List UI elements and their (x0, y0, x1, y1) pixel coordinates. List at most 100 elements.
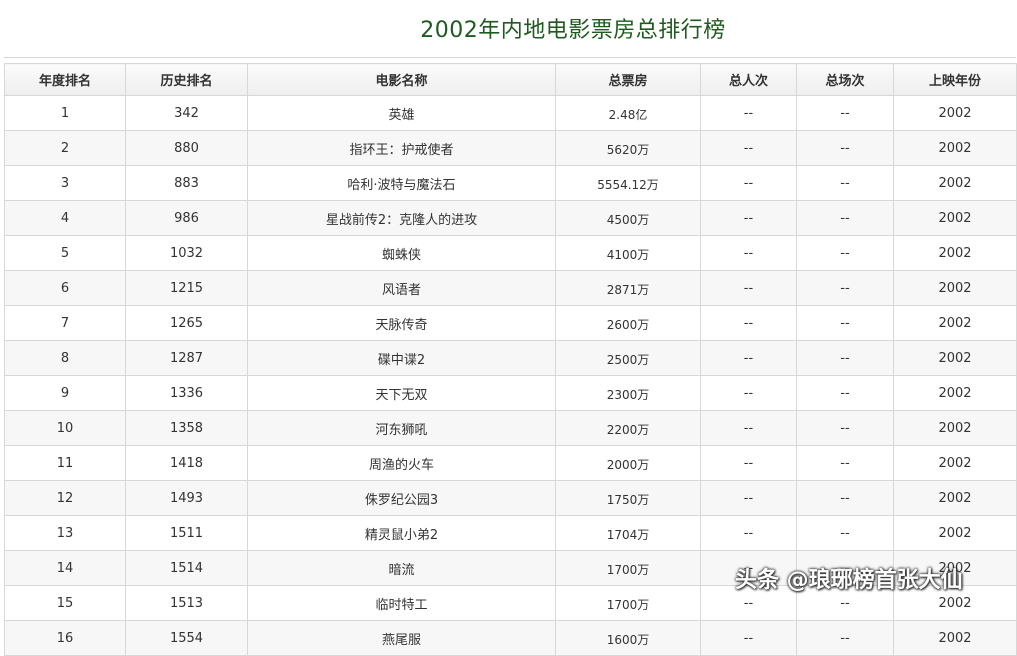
table-row: 13 1511 精灵鼠小弟2 1704万 -- -- 2002 (4, 515, 1017, 551)
film-link[interactable]: 周渔的火车 (247, 445, 556, 481)
cell-total-box: 2000万 (555, 445, 701, 481)
cell-total-shows: -- (796, 620, 894, 656)
cell-total-shows: -- (796, 375, 894, 411)
cell-total-box: 2300万 (555, 375, 701, 411)
cell-total-box: 1700万 (555, 550, 701, 586)
cell-total-shows: -- (796, 305, 894, 341)
cell-year-rank: 15 (4, 585, 126, 621)
col-header-total-shows: 总场次 (796, 63, 894, 96)
film-link[interactable]: 燕尾服 (247, 620, 556, 656)
cell-year-rank: 5 (4, 235, 126, 271)
cell-total-shows: -- (796, 445, 894, 481)
cell-hist-rank: 883 (125, 165, 248, 201)
cell-total-box: 2.48亿 (555, 95, 701, 131)
cell-hist-rank: 1032 (125, 235, 248, 271)
cell-hist-rank: 1265 (125, 305, 248, 341)
film-link[interactable]: 指环王：护戒使者 (247, 130, 556, 166)
film-link[interactable]: 侏罗纪公园3 (247, 480, 556, 516)
cell-release-year: 2002 (893, 620, 1017, 656)
film-link[interactable]: 蜘蛛侠 (247, 235, 556, 271)
cell-hist-rank: 1336 (125, 375, 248, 411)
film-link[interactable]: 河东狮吼 (247, 410, 556, 446)
cell-year-rank: 3 (4, 165, 126, 201)
table-row: 10 1358 河东狮吼 2200万 -- -- 2002 (4, 410, 1017, 446)
table-row: 3 883 哈利·波特与魔法石 5554.12万 -- -- 2002 (4, 165, 1017, 201)
cell-total-viewers: -- (700, 445, 797, 481)
cell-total-viewers: -- (700, 480, 797, 516)
cell-total-viewers: -- (700, 305, 797, 341)
cell-total-shows: -- (796, 130, 894, 166)
cell-hist-rank: 342 (125, 95, 248, 131)
cell-hist-rank: 1358 (125, 410, 248, 446)
table-row: 16 1554 燕尾服 1600万 -- -- 2002 (4, 620, 1017, 656)
cell-hist-rank: 1554 (125, 620, 248, 656)
table-row: 1 342 英雄 2.48亿 -- -- 2002 (4, 95, 1017, 131)
cell-total-viewers: -- (700, 130, 797, 166)
film-link[interactable]: 星战前传2：克隆人的进攻 (247, 200, 556, 236)
film-link[interactable]: 天下无双 (247, 375, 556, 411)
cell-total-shows: -- (796, 515, 894, 551)
cell-total-box: 4100万 (555, 235, 701, 271)
film-link[interactable]: 暗流 (247, 550, 556, 586)
cell-total-box: 1600万 (555, 620, 701, 656)
film-link[interactable]: 临时特工 (247, 585, 556, 621)
cell-release-year: 2002 (893, 130, 1017, 166)
cell-release-year: 2002 (893, 95, 1017, 131)
cell-total-shows: -- (796, 480, 894, 516)
cell-year-rank: 14 (4, 550, 126, 586)
cell-hist-rank: 880 (125, 130, 248, 166)
cell-total-box: 1700万 (555, 585, 701, 621)
table-row: 7 1265 天脉传奇 2600万 -- -- 2002 (4, 305, 1017, 341)
col-header-total-box: 总票房 (555, 63, 701, 96)
cell-release-year: 2002 (893, 340, 1017, 376)
cell-release-year: 2002 (893, 235, 1017, 271)
table-header-row: 年度排名 历史排名 电影名称 总票房 总人次 总场次 上映年份 (4, 63, 1017, 96)
table-row: 2 880 指环王：护戒使者 5620万 -- -- 2002 (4, 130, 1017, 166)
cell-total-viewers: -- (700, 515, 797, 551)
cell-hist-rank: 1418 (125, 445, 248, 481)
table-row: 6 1215 风语者 2871万 -- -- 2002 (4, 270, 1017, 306)
cell-year-rank: 2 (4, 130, 126, 166)
film-link[interactable]: 天脉传奇 (247, 305, 556, 341)
cell-year-rank: 6 (4, 270, 126, 306)
cell-total-viewers: -- (700, 95, 797, 131)
table-row: 9 1336 天下无双 2300万 -- -- 2002 (4, 375, 1017, 411)
cell-total-viewers: -- (700, 235, 797, 271)
cell-total-box: 2871万 (555, 270, 701, 306)
cell-release-year: 2002 (893, 375, 1017, 411)
film-link[interactable]: 碟中谍2 (247, 340, 556, 376)
cell-release-year: 2002 (893, 270, 1017, 306)
cell-total-box: 2600万 (555, 305, 701, 341)
cell-total-shows: -- (796, 270, 894, 306)
cell-hist-rank: 1493 (125, 480, 248, 516)
table-row: 8 1287 碟中谍2 2500万 -- -- 2002 (4, 340, 1017, 376)
film-link[interactable]: 风语者 (247, 270, 556, 306)
table-row: 5 1032 蜘蛛侠 4100万 -- -- 2002 (4, 235, 1017, 271)
cell-release-year: 2002 (893, 410, 1017, 446)
cell-year-rank: 8 (4, 340, 126, 376)
film-link[interactable]: 精灵鼠小弟2 (247, 515, 556, 551)
title-divider (4, 57, 1016, 58)
cell-release-year: 2002 (893, 305, 1017, 341)
cell-year-rank: 10 (4, 410, 126, 446)
cell-total-viewers: -- (700, 165, 797, 201)
cell-total-shows: -- (796, 235, 894, 271)
col-header-release-year: 上映年份 (893, 63, 1017, 96)
cell-year-rank: 4 (4, 200, 126, 236)
cell-total-box: 5554.12万 (555, 165, 701, 201)
cell-total-viewers: -- (700, 620, 797, 656)
cell-total-shows: -- (796, 165, 894, 201)
col-header-film-name: 电影名称 (247, 63, 556, 96)
cell-release-year: 2002 (893, 200, 1017, 236)
cell-total-viewers: -- (700, 410, 797, 446)
cell-total-box: 1750万 (555, 480, 701, 516)
cell-total-shows: -- (796, 200, 894, 236)
cell-year-rank: 13 (4, 515, 126, 551)
film-link[interactable]: 英雄 (247, 95, 556, 131)
cell-total-box: 5620万 (555, 130, 701, 166)
cell-total-viewers: -- (700, 270, 797, 306)
cell-year-rank: 16 (4, 620, 126, 656)
cell-release-year: 2002 (893, 480, 1017, 516)
cell-total-box: 4500万 (555, 200, 701, 236)
film-link[interactable]: 哈利·波特与魔法石 (247, 165, 556, 201)
